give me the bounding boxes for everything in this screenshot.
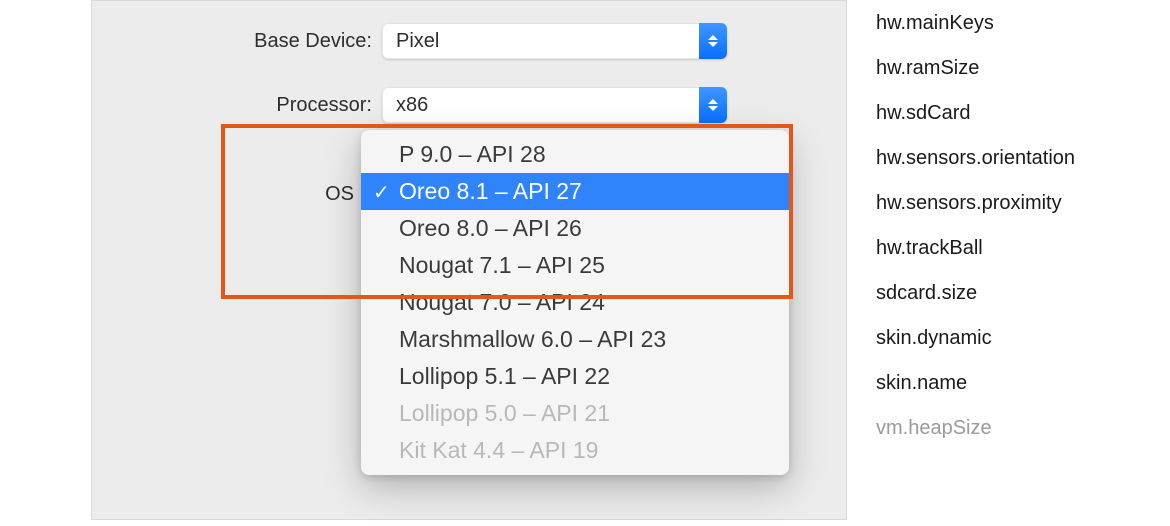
property-item[interactable]: hw.sensors.proximity <box>876 192 1075 215</box>
chevron-updown-icon <box>699 23 727 59</box>
processor-select[interactable]: x86 <box>382 87 727 123</box>
os-option-label: Lollipop 5.1 – API 22 <box>399 363 610 389</box>
processor-value: x86 <box>396 94 428 117</box>
property-item[interactable]: hw.sensors.orientation <box>876 147 1075 170</box>
property-item[interactable]: hw.trackBall <box>876 237 1075 260</box>
os-option[interactable]: ✓ Oreo 8.1 – API 27 <box>361 173 789 210</box>
property-item[interactable]: sdcard.size <box>876 282 1075 305</box>
os-option-label: Nougat 7.0 – API 24 <box>399 289 605 315</box>
os-option-label: Oreo 8.1 – API 27 <box>399 178 582 204</box>
property-item[interactable]: skin.name <box>876 372 1075 395</box>
processor-label: Processor: <box>92 94 382 117</box>
base-device-label: Base Device: <box>92 30 382 53</box>
os-option[interactable]: Marshmallow 6.0 – API 23 <box>361 321 789 358</box>
os-option-label: Lollipop 5.0 – API 21 <box>399 400 610 426</box>
property-item[interactable]: hw.mainKeys <box>876 12 1075 35</box>
os-option: Lollipop 5.0 – API 21 <box>361 395 789 432</box>
os-option-label: Marshmallow 6.0 – API 23 <box>399 326 666 352</box>
os-option: Kit Kat 4.4 – API 19 <box>361 432 789 469</box>
os-option-label: Nougat 7.1 – API 25 <box>399 252 605 278</box>
chevron-updown-icon <box>699 87 727 123</box>
os-option[interactable]: Nougat 7.1 – API 25 <box>361 247 789 284</box>
property-item[interactable]: hw.ramSize <box>876 57 1075 80</box>
os-option-label: Kit Kat 4.4 – API 19 <box>399 437 598 463</box>
os-option[interactable]: Nougat 7.0 – API 24 <box>361 284 789 321</box>
os-option[interactable]: Lollipop 5.1 – API 22 <box>361 358 789 395</box>
property-item[interactable]: vm.heapSize <box>876 417 1075 440</box>
os-dropdown[interactable]: P 9.0 – API 28 ✓ Oreo 8.1 – API 27 Oreo 8.0… <box>361 130 789 475</box>
base-device-select[interactable]: Pixel <box>382 23 727 59</box>
property-list: hw.mainKeys hw.ramSize hw.sdCard hw.sensors… <box>876 12 1075 440</box>
property-item[interactable]: skin.dynamic <box>876 327 1075 350</box>
os-option-label: P 9.0 – API 28 <box>399 141 546 167</box>
property-item[interactable]: hw.sdCard <box>876 102 1075 125</box>
os-label: OS <box>92 183 364 206</box>
os-option[interactable]: Oreo 8.0 – API 26 <box>361 210 789 247</box>
os-option-label: Oreo 8.0 – API 26 <box>399 215 582 241</box>
base-device-value: Pixel <box>396 30 439 53</box>
checkmark-icon: ✓ <box>373 180 390 205</box>
os-option[interactable]: P 9.0 – API 28 <box>361 136 789 173</box>
